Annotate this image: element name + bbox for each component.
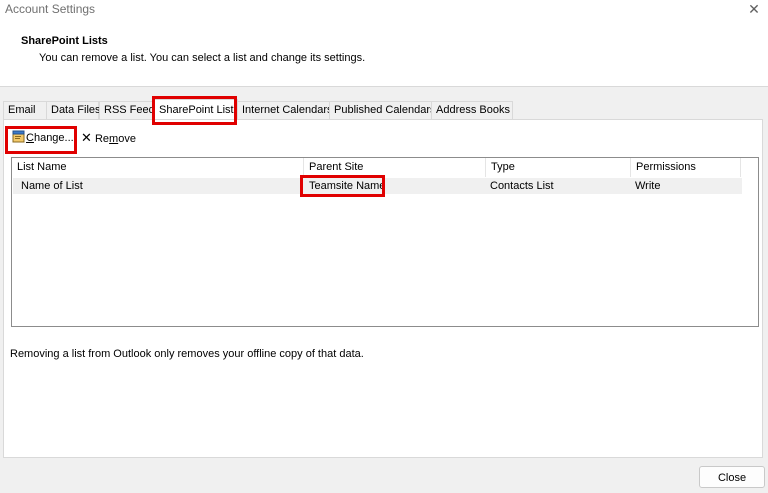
column-header-list-name[interactable]: List Name <box>12 158 304 177</box>
close-window-icon[interactable]: ✕ <box>746 1 762 17</box>
tab-sharepoint-lists[interactable]: SharePoint Lists <box>154 99 239 119</box>
change-button[interactable]: Change... <box>12 127 74 149</box>
tab-published-calendars[interactable]: Published Calendars <box>329 101 436 119</box>
change-label: hange... <box>33 132 74 144</box>
window-title-bar: Account Settings ✕ <box>0 0 768 22</box>
cell-parent-site: Teamsite Name <box>309 180 386 192</box>
column-header-permissions[interactable]: Permissions <box>631 158 741 177</box>
cell-type: Contacts List <box>490 180 554 192</box>
change-label-mnemonic: C <box>26 132 34 144</box>
section-description: You can remove a list. You can select a … <box>39 52 366 64</box>
change-settings-icon <box>12 130 25 143</box>
tab-internet-calendars[interactable]: Internet Calendars <box>237 101 333 119</box>
cell-list-name: Name of List <box>21 180 83 192</box>
tab-email[interactable]: Email <box>3 101 47 119</box>
cell-permissions: Write <box>635 180 661 192</box>
close-button[interactable]: Close <box>699 466 765 488</box>
section-title: SharePoint Lists <box>21 35 108 47</box>
sharepoint-list-table[interactable]: List Name Parent Site Type Permissions N… <box>11 157 759 327</box>
remove-button[interactable]: ✕ Remove <box>81 127 136 149</box>
column-header-type[interactable]: Type <box>486 158 631 177</box>
tab-data-files[interactable]: Data Files <box>46 101 101 119</box>
window-title: Account Settings <box>5 2 96 16</box>
column-header-parent-site[interactable]: Parent Site <box>304 158 486 177</box>
remove-label-end: ove <box>118 133 136 145</box>
info-text: Removing a list from Outlook only remove… <box>10 348 364 360</box>
remove-x-icon: ✕ <box>81 130 92 145</box>
dialog-header: SharePoint Lists You can remove a list. … <box>0 22 768 87</box>
remove-label-mnemonic: m <box>109 133 119 145</box>
remove-label-start: Re <box>94 133 110 145</box>
table-row[interactable]: Name of List Teamsite Name Contacts List… <box>13 178 742 194</box>
tab-rss-feeds[interactable]: RSS Feeds <box>99 101 160 119</box>
tab-address-books[interactable]: Address Books <box>431 101 513 119</box>
